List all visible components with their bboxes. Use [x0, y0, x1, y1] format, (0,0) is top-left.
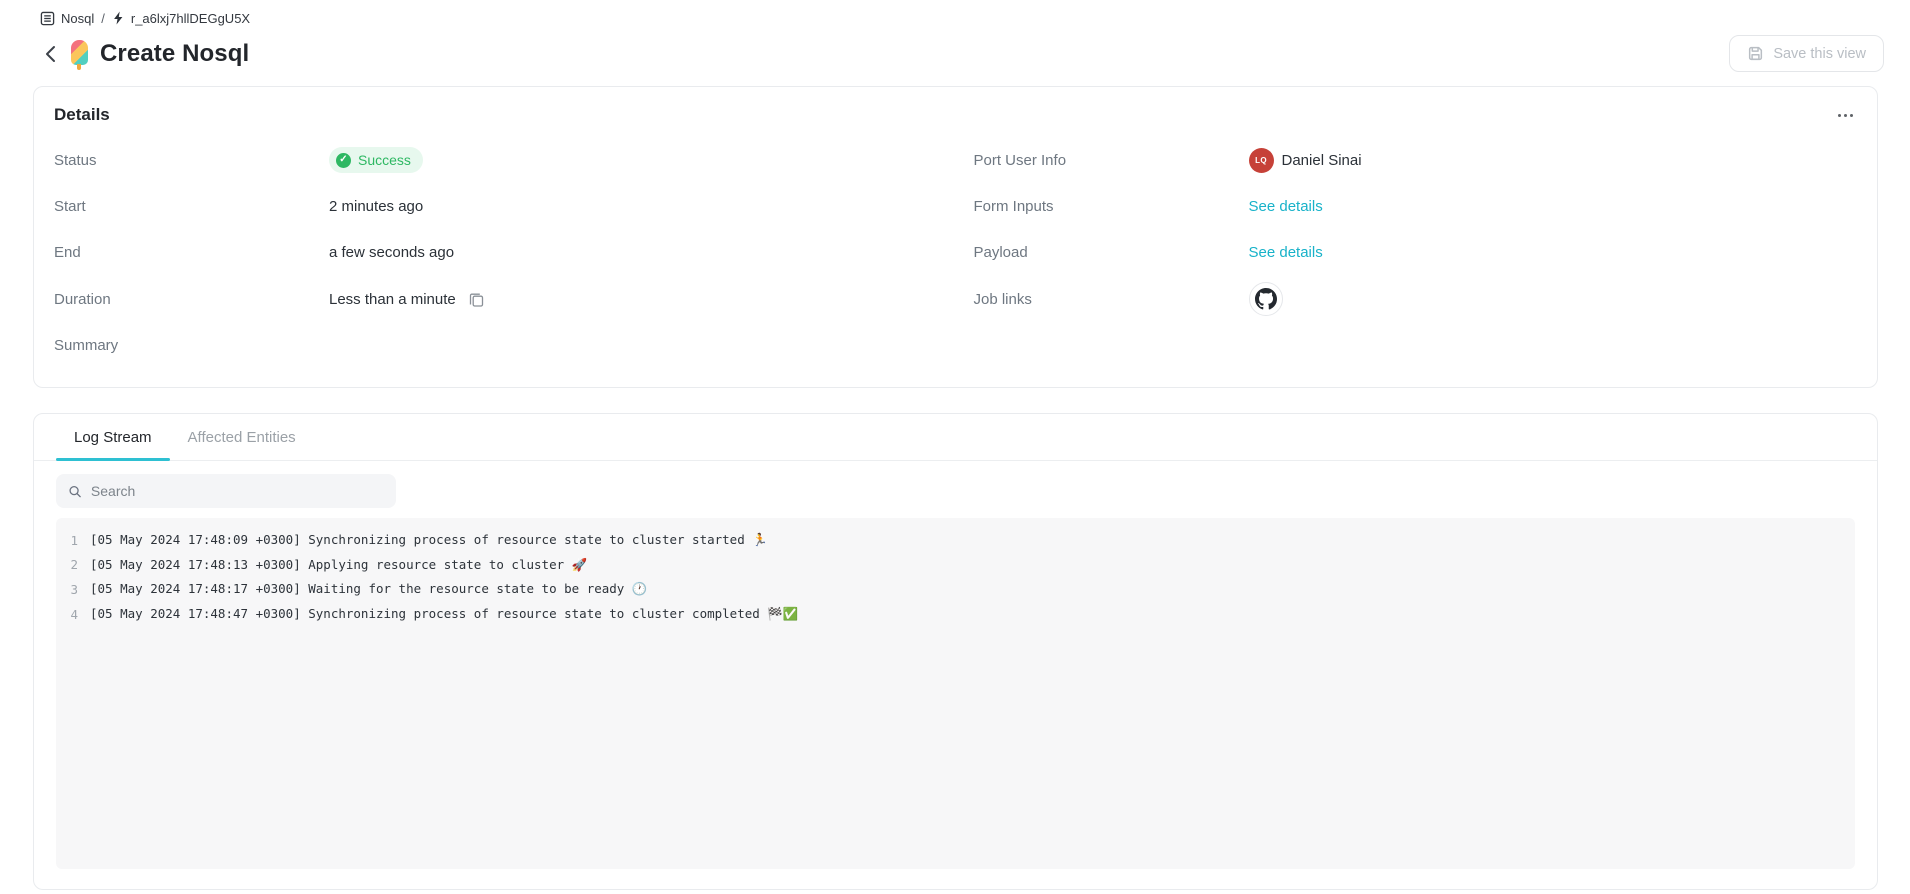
payload-label: Payload: [974, 244, 1249, 261]
end-label: End: [54, 244, 329, 261]
save-view-button[interactable]: Save this view: [1729, 35, 1884, 72]
form-inputs-see-details-link[interactable]: See details: [1249, 198, 1323, 215]
ellipsis-menu-icon[interactable]: [1834, 108, 1857, 123]
log-line: 4 [05 May 2024 17:48:47 +0300] Synchroni…: [56, 602, 1855, 627]
save-view-label: Save this view: [1773, 46, 1866, 62]
page-title: Create Nosql: [100, 40, 249, 68]
detail-row-user: Port User Info LQ Daniel Sinai: [974, 137, 1858, 183]
search-input[interactable]: [91, 483, 384, 499]
details-card-title: Details: [54, 105, 110, 125]
log-line-number: 2: [56, 557, 90, 572]
log-line: 1 [05 May 2024 17:48:09 +0300] Synchroni…: [56, 528, 1855, 553]
back-button[interactable]: [38, 42, 62, 66]
log-line-text: [05 May 2024 17:48:47 +0300] Synchronizi…: [90, 606, 798, 622]
log-line: 3 [05 May 2024 17:48:17 +0300] Waiting f…: [56, 577, 1855, 602]
details-right-column: Port User Info LQ Daniel Sinai Form Inpu…: [974, 137, 1858, 369]
tab-affected-entities[interactable]: Affected Entities: [170, 414, 314, 460]
detail-row-duration: Duration Less than a minute: [54, 276, 938, 322]
detail-row-form-inputs: Form Inputs See details: [974, 183, 1858, 229]
details-body: Status ✓ Success Start 2 minutes ago End…: [54, 137, 1857, 369]
breadcrumb-run[interactable]: r_a6lxj7hllDEGgU5X: [112, 11, 250, 26]
log-panel: 1 [05 May 2024 17:48:09 +0300] Synchroni…: [56, 518, 1855, 869]
catalog-list-icon: [40, 11, 55, 26]
detail-row-summary: Summary: [54, 323, 938, 369]
job-links-label: Job links: [974, 291, 1249, 308]
detail-row-end: End a few seconds ago: [54, 230, 938, 276]
check-circle-icon: ✓: [336, 153, 351, 168]
run-details-page: Nosql / r_a6lxj7hllDEGgU5X Create Nosql: [0, 0, 1910, 894]
breadcrumb-separator: /: [101, 11, 105, 26]
log-search-box: [56, 474, 396, 508]
detail-row-status: Status ✓ Success: [54, 137, 938, 183]
chevron-left-icon: [45, 45, 56, 63]
blueprint-popsicle-icon: [71, 40, 88, 65]
github-icon: [1255, 288, 1277, 310]
log-line-text: [05 May 2024 17:48:17 +0300] Waiting for…: [90, 581, 647, 597]
log-line-number: 3: [56, 582, 90, 597]
user-avatar: LQ: [1249, 148, 1274, 173]
breadcrumb: Nosql / r_a6lxj7hllDEGgU5X: [40, 8, 250, 28]
detail-row-job-links: Job links: [974, 276, 1858, 322]
tab-log-stream[interactable]: Log Stream: [56, 414, 170, 460]
save-icon: [1747, 45, 1764, 62]
status-label: Status: [54, 152, 329, 169]
copy-icon[interactable]: [468, 291, 485, 308]
end-value: a few seconds ago: [329, 244, 454, 261]
tabs: Log Stream Affected Entities: [34, 414, 1877, 461]
log-line-text: [05 May 2024 17:48:13 +0300] Applying re…: [90, 557, 587, 573]
search-icon: [68, 484, 82, 499]
port-user-info-label: Port User Info: [974, 152, 1249, 169]
detail-row-start: Start 2 minutes ago: [54, 183, 938, 229]
duration-value: Less than a minute: [329, 291, 456, 308]
log-line: 2 [05 May 2024 17:48:13 +0300] Applying …: [56, 553, 1855, 578]
user-name: Daniel Sinai: [1282, 152, 1362, 169]
detail-row-payload: Payload See details: [974, 230, 1858, 276]
start-value: 2 minutes ago: [329, 198, 423, 215]
breadcrumb-blueprint-label: Nosql: [61, 11, 94, 26]
lightning-bolt-icon: [112, 11, 125, 25]
payload-see-details-link[interactable]: See details: [1249, 244, 1323, 261]
duration-label: Duration: [54, 291, 329, 308]
summary-label: Summary: [54, 337, 329, 354]
log-line-number: 4: [56, 607, 90, 622]
breadcrumb-run-label: r_a6lxj7hllDEGgU5X: [131, 11, 250, 26]
log-line-number: 1: [56, 533, 90, 548]
start-label: Start: [54, 198, 329, 215]
status-value: Success: [358, 152, 411, 168]
breadcrumb-blueprint[interactable]: Nosql: [40, 11, 94, 26]
log-line-text: [05 May 2024 17:48:09 +0300] Synchronizi…: [90, 532, 768, 548]
status-badge: ✓ Success: [329, 147, 423, 173]
github-link-button[interactable]: [1249, 282, 1283, 316]
details-left-column: Status ✓ Success Start 2 minutes ago End…: [54, 137, 938, 369]
log-stream-card: Log Stream Affected Entities 1 [05 May 2…: [33, 413, 1878, 890]
form-inputs-label: Form Inputs: [974, 198, 1249, 215]
page-header: Create Nosql Save this view: [38, 34, 1884, 74]
details-card: Details Status ✓ Success Start 2 min: [33, 86, 1878, 388]
